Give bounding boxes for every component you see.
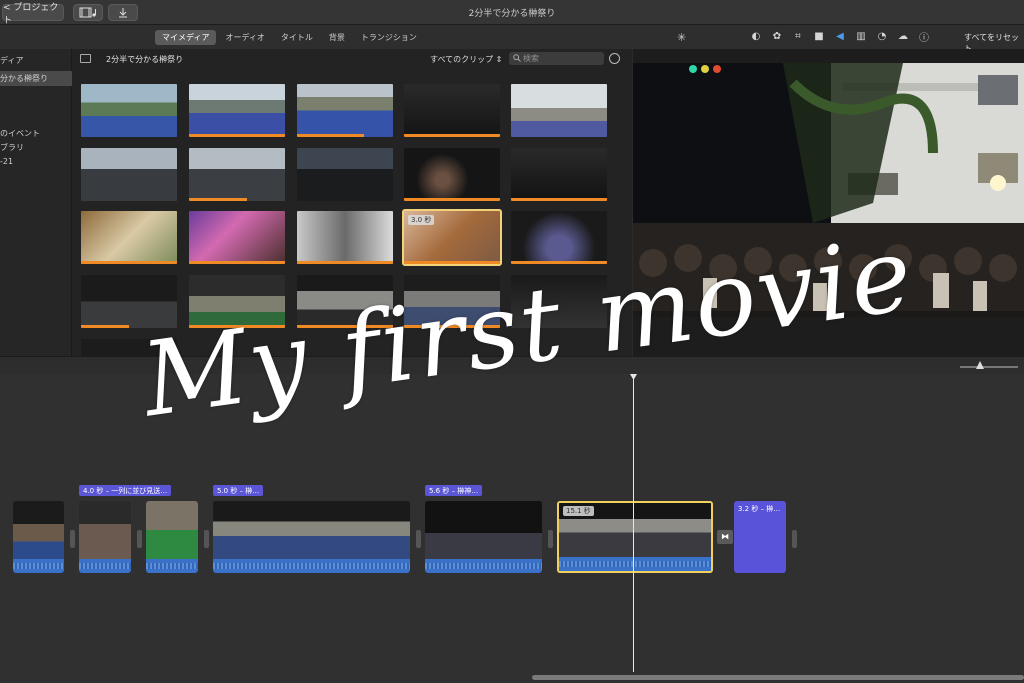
sidebar-item-date[interactable]: -21: [0, 157, 13, 166]
title-clip-label: 3.2 秒 – 榊…: [738, 505, 781, 513]
timeline-divider: [0, 356, 1024, 374]
duration-badge: 3.0 秒: [408, 215, 435, 225]
media-thumbnail[interactable]: [404, 148, 500, 201]
media-browser: 2分半で分かる榊祭り すべてのクリップ ⇕ 検索 3.0 秒: [72, 49, 632, 356]
media-thumbnail[interactable]: [189, 275, 285, 328]
media-thumbnail[interactable]: [511, 148, 607, 201]
transition-marker[interactable]: [548, 530, 553, 548]
media-tabs: マイメディア オーディオ タイトル 背景 トランジション: [155, 30, 424, 45]
title-clip[interactable]: 3.2 秒 – 榊…: [734, 501, 786, 573]
browser-header: 2分半で分かる榊祭り すべてのクリップ ⇕ 検索: [72, 49, 632, 69]
media-thumbnail[interactable]: [189, 148, 285, 201]
duration-badge: 15.1 秒: [563, 506, 594, 516]
timeline-clip[interactable]: [213, 501, 410, 573]
timeline-clip-selected[interactable]: 15.1 秒: [557, 501, 713, 573]
clip-duration-label: 4.0 秒 – 一列に並び見送…: [79, 485, 172, 496]
playhead[interactable]: [633, 376, 634, 672]
tab-titles[interactable]: タイトル: [274, 30, 320, 45]
settings-icon[interactable]: [609, 53, 620, 64]
media-thumbnail[interactable]: [404, 84, 500, 137]
tab-audio[interactable]: オーディオ: [218, 30, 271, 45]
media-thumbnail[interactable]: [81, 339, 177, 356]
color-correction-icon[interactable]: ✿: [771, 30, 783, 42]
project-timeline: 4.0 秒 – 一列に並び見送… 5.0 秒 – 榊… 5.6 秒 – 榊神… …: [0, 374, 1024, 683]
timeline-clip[interactable]: [146, 501, 198, 573]
timeline-scrollbar[interactable]: [532, 675, 1024, 680]
clip-duration-label: 5.6 秒 – 榊神…: [425, 485, 483, 496]
clip-duration-label: 5.0 秒 – 榊…: [213, 485, 264, 496]
sidebar-item-events[interactable]: のイベント: [0, 128, 40, 139]
filter-icon[interactable]: ☁: [897, 30, 909, 42]
adjustment-tools: ◐ ✿ ⌗ ■ ◀ ▥ ◔ ☁ ⓘ: [750, 30, 930, 44]
transition-marker[interactable]: [137, 530, 142, 548]
sidebar-toggle-icon[interactable]: [80, 54, 91, 63]
timeline-clip[interactable]: [13, 501, 64, 573]
tab-backgrounds[interactable]: 背景: [322, 30, 352, 45]
festival-scene-image: [633, 63, 1024, 317]
project-title: 2分半で分かる榊祭り: [468, 9, 556, 19]
timeline-clip[interactable]: [79, 501, 131, 573]
tab-my-media[interactable]: マイメディア: [155, 30, 217, 45]
tab-transitions[interactable]: トランジション: [354, 30, 424, 45]
transition-marker[interactable]: [416, 530, 421, 548]
transition-marker[interactable]: [70, 530, 75, 548]
media-thumbnail[interactable]: [297, 84, 393, 137]
preview-frame[interactable]: [633, 63, 1024, 317]
info-icon[interactable]: ⓘ: [918, 30, 930, 44]
crop-icon[interactable]: ⌗: [792, 30, 804, 42]
search-icon: [513, 54, 521, 62]
library-sidebar: ディア 分かる榊祭り のイベント ブラリ -21: [0, 49, 72, 356]
media-thumbnail[interactable]: [189, 211, 285, 264]
media-thumbnail[interactable]: [81, 275, 177, 328]
magic-wand-icon[interactable]: ✳: [677, 31, 686, 44]
media-thumbnail[interactable]: [297, 275, 393, 328]
equalizer-icon[interactable]: ▥: [855, 30, 867, 42]
volume-icon[interactable]: ◀: [834, 30, 846, 42]
stabilization-icon[interactable]: ■: [813, 30, 825, 42]
speed-icon[interactable]: ◔: [876, 30, 888, 42]
sidebar-item-library[interactable]: ブラリ: [0, 142, 24, 153]
media-thumbnail[interactable]: [297, 211, 393, 264]
media-tabs-bar: マイメディア オーディオ タイトル 背景 トランジション ✳ ◐ ✿ ⌗ ■ ◀…: [0, 25, 1024, 53]
media-thumbnail-selected[interactable]: 3.0 秒: [402, 209, 502, 266]
media-thumbnail[interactable]: [511, 211, 607, 264]
transition-marker[interactable]: [204, 530, 209, 548]
media-thumbnail[interactable]: [511, 84, 607, 137]
transition-button[interactable]: ⧓: [717, 530, 733, 544]
media-thumbnail[interactable]: [511, 275, 607, 328]
media-thumbnail[interactable]: [297, 148, 393, 201]
zoom-slider-handle[interactable]: [976, 361, 984, 369]
media-thumbnail[interactable]: [189, 84, 285, 137]
sidebar-item-project[interactable]: 分かる榊祭り: [0, 71, 72, 86]
browser-title: 2分半で分かる榊祭り: [106, 55, 184, 64]
sidebar-item-media[interactable]: ディア: [0, 55, 23, 66]
media-thumbnail[interactable]: [404, 275, 500, 328]
media-thumbnail[interactable]: [81, 148, 177, 201]
media-thumbnail[interactable]: [81, 211, 177, 264]
timeline-zoom-slider[interactable]: [960, 366, 1018, 368]
color-balance-icon[interactable]: ◐: [750, 30, 762, 42]
transition-marker[interactable]: [792, 530, 797, 548]
preview-viewer: [633, 49, 1024, 356]
clip-filter-select[interactable]: すべてのクリップ ⇕: [430, 54, 502, 65]
top-toolbar: < プロジェクト 2分半で分かる榊祭り: [0, 0, 1024, 26]
media-thumbnail[interactable]: [81, 84, 177, 137]
timeline-clip[interactable]: [425, 501, 542, 573]
search-input[interactable]: 検索: [509, 52, 604, 65]
